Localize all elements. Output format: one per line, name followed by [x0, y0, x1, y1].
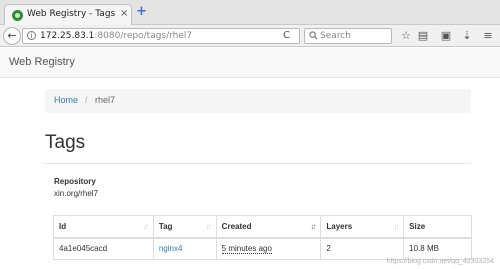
breadcrumb: Home / rhel7 — [45, 89, 471, 113]
brand-link[interactable]: Web Registry — [9, 56, 75, 68]
column-header-layers[interactable]: Layers ↓↑ — [320, 215, 405, 238]
cell-layers: 2 — [320, 237, 405, 260]
url-path: :8080/repo/tags/rhel7 — [94, 31, 193, 41]
reading-list-icon[interactable]: ▤ — [417, 29, 429, 42]
repository-value: xin.org/rhel7 — [54, 189, 99, 198]
url-host: 172.25.83.1 — [40, 31, 95, 41]
sort-icon: ↓↑ — [142, 222, 149, 231]
app-header: Web Registry — [0, 48, 500, 78]
registry-favicon-icon — [12, 10, 23, 21]
breadcrumb-separator: / — [85, 95, 88, 105]
watermark: https://blog.csdn.net/qq_42303254 — [386, 258, 494, 265]
sort-icon: ↓↑ — [310, 222, 316, 231]
cell-created: 5 minutes ago — [215, 237, 322, 260]
tags-table: Id ↓↑ Tag ↓↑ Created ↓↑ Layers ↓↑ Size 4a1e0… — [53, 215, 472, 260]
url-text[interactable]: 172.25.83.1:8080/repo/tags/rhel7 — [40, 31, 192, 41]
column-header-label: Size — [409, 221, 426, 231]
lock-icon[interactable]: ▣ — [440, 29, 452, 42]
breadcrumb-home-link[interactable]: Home — [54, 95, 78, 105]
browser-tab[interactable]: Web Registry - Tags × — [4, 4, 132, 25]
title-divider — [45, 163, 471, 164]
search-input[interactable]: Search — [304, 28, 392, 44]
tab-close-icon[interactable]: × — [120, 8, 128, 19]
browser-tab-bar: Web Registry - Tags × + — [0, 0, 500, 25]
breadcrumb-current: rhel7 — [95, 95, 116, 105]
reload-icon[interactable]: C — [283, 30, 290, 41]
sort-icon: ↓↑ — [393, 222, 399, 231]
column-header-tag[interactable]: Tag ↓↑ — [152, 215, 217, 238]
repository-label: Repository — [54, 177, 96, 186]
column-header-label: Id — [59, 221, 67, 231]
column-header-label: Layers — [326, 221, 353, 231]
tab-title: Web Registry - Tags — [27, 9, 116, 19]
star-icon[interactable]: ☆ — [400, 29, 412, 42]
page-content: Web Registry Home / rhel7 Tags Repositor… — [0, 48, 500, 269]
tag-link[interactable]: nginx4 — [159, 244, 183, 253]
menu-icon[interactable]: ≡ — [482, 29, 494, 42]
cell-size: 10.8 MB — [403, 237, 472, 260]
cell-tag: nginx4 — [152, 237, 217, 260]
info-icon[interactable]: i — [27, 31, 36, 40]
column-header-id[interactable]: Id ↓↑ — [53, 215, 154, 238]
column-header-size[interactable]: Size — [403, 215, 472, 238]
page-title: Tags — [45, 132, 86, 153]
new-tab-button[interactable]: + — [136, 5, 147, 18]
created-time: 5 minutes ago — [221, 244, 272, 255]
column-header-label: Created — [221, 221, 252, 231]
download-icon[interactable]: ⇣ — [461, 29, 473, 42]
browser-nav-bar: ← i 172.25.83.1:8080/repo/tags/rhel7 C S… — [0, 25, 500, 47]
table-header-row: Id ↓↑ Tag ↓↑ Created ↓↑ Layers ↓↑ Size — [53, 215, 472, 238]
back-button[interactable]: ← — [3, 27, 21, 45]
search-placeholder: Search — [320, 31, 351, 41]
column-header-label: Tag — [158, 221, 173, 231]
column-header-created[interactable]: Created ↓↑ — [215, 215, 322, 238]
search-icon — [309, 31, 318, 40]
table-row: 4a1e045cacd nginx4 5 minutes ago 2 10.8 … — [53, 237, 472, 260]
cell-id: 4a1e045cacd — [53, 237, 154, 260]
sort-icon: ↓↑ — [205, 222, 212, 231]
address-bar[interactable]: i 172.25.83.1:8080/repo/tags/rhel7 C — [22, 28, 300, 44]
